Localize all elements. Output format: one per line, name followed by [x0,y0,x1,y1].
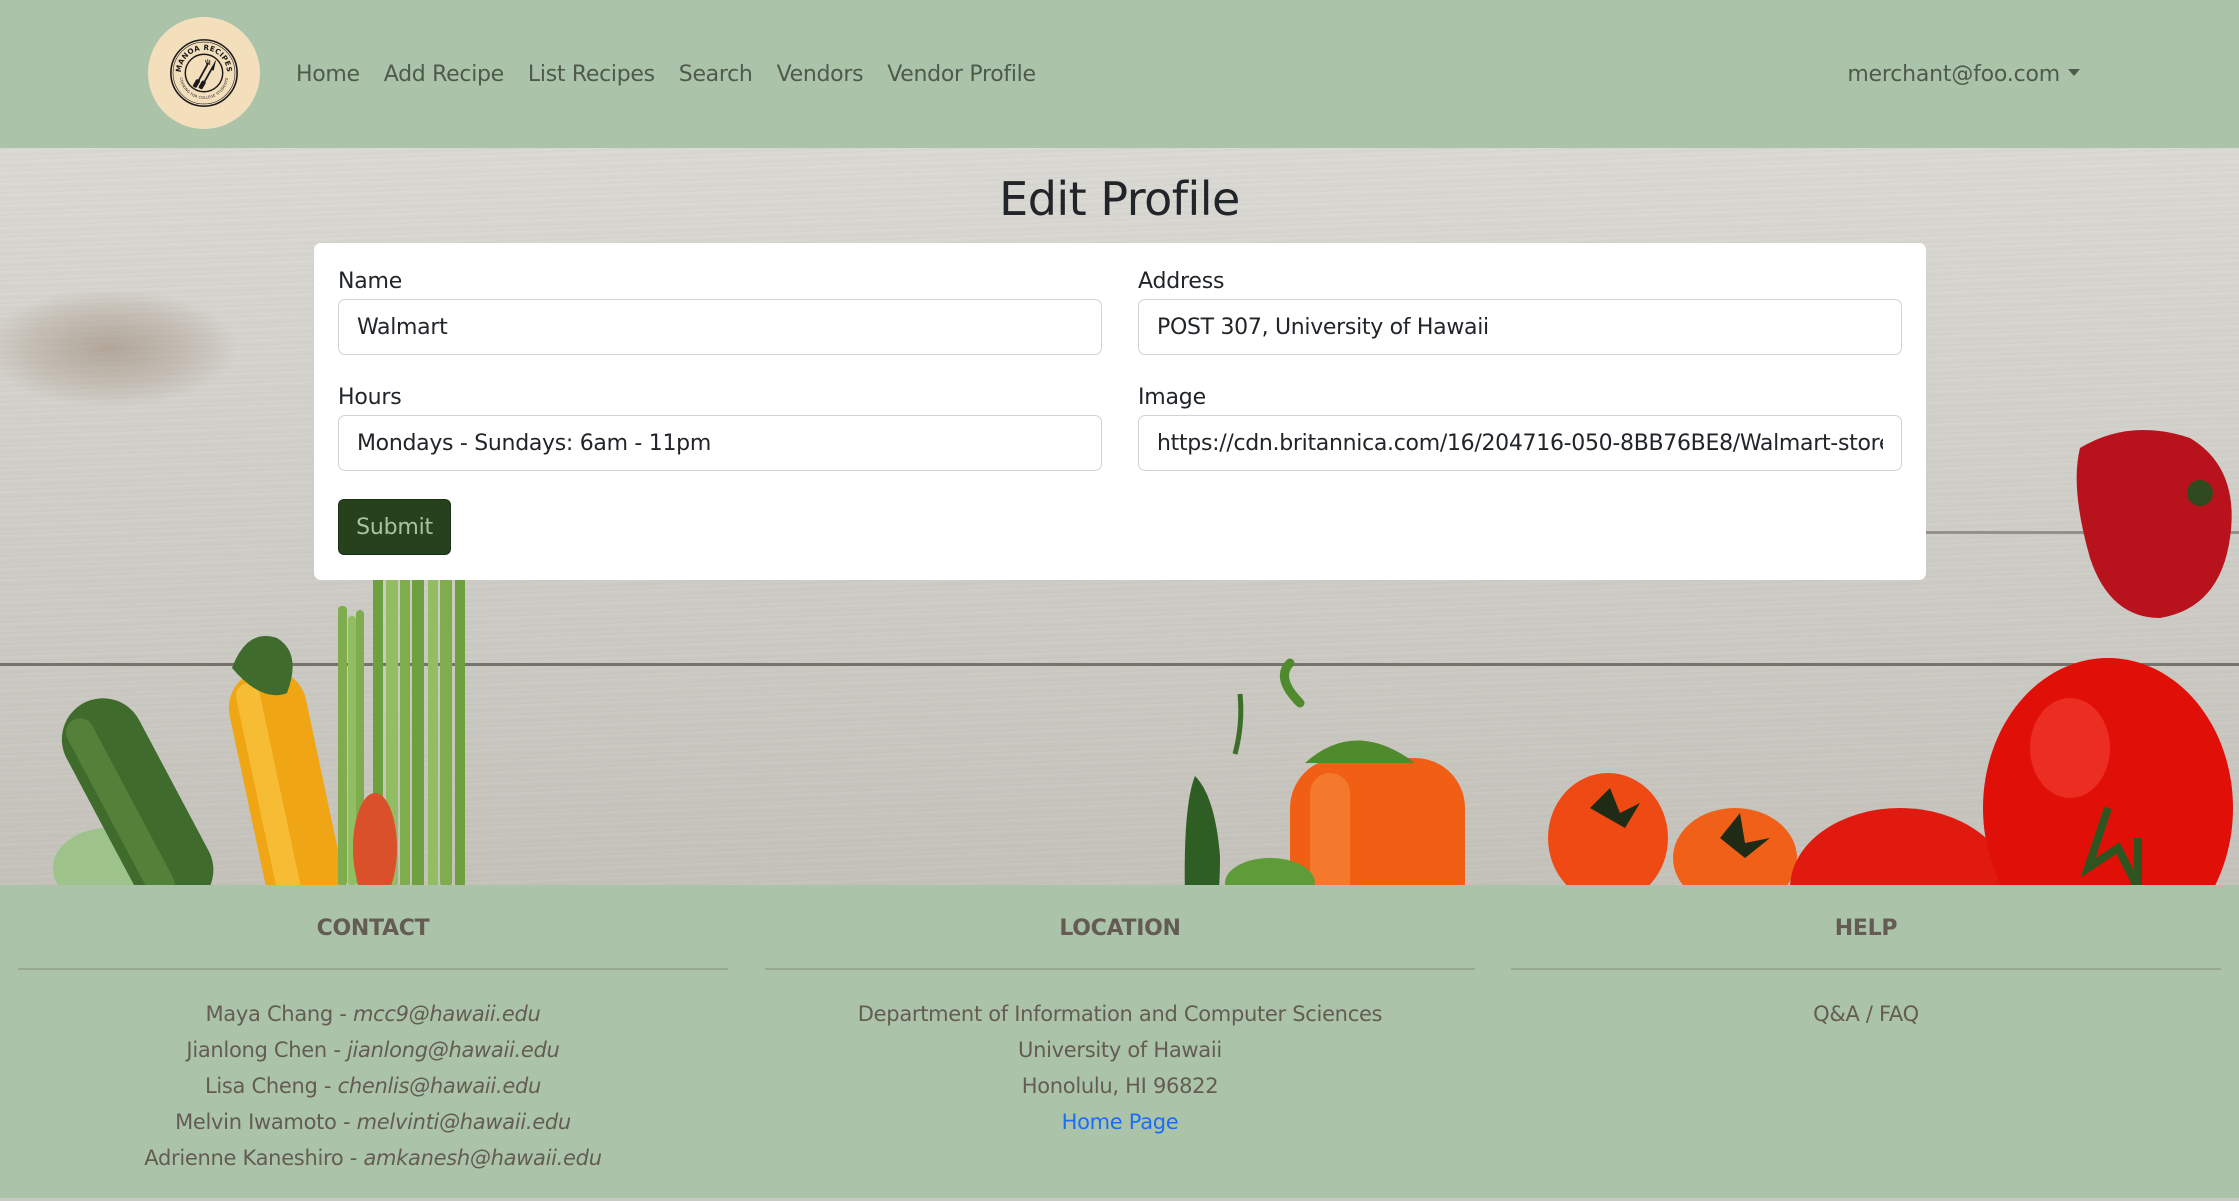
nav-link-search[interactable]: Search [679,62,753,87]
nav-link-list-recipes[interactable]: List Recipes [528,62,655,87]
footer-divider [765,968,1475,970]
image-url-input[interactable] [1138,415,1902,471]
footer: CONTACT Maya Chang - mcc9@hawaii.edu Jia… [0,885,2239,1198]
nav-link-add-recipe[interactable]: Add Recipe [384,62,504,87]
contact-email: melvinti@hawaii.edu [356,1110,572,1134]
contact-separator: - [317,1074,338,1098]
footer-divider [1511,968,2221,970]
help-list: Q&A / FAQ [1511,996,2221,1032]
hours-label: Hours [338,385,402,410]
red-habanero [2076,430,2232,618]
hours-field-group: Hours [338,383,1102,471]
contact-name: Lisa Cheng [204,1074,318,1098]
faq-link[interactable]: Q&A / FAQ [1813,1002,1919,1026]
address-field-group: Address [1138,267,1902,355]
address-label: Address [1138,269,1225,294]
tomato [1790,808,2010,885]
contact-email: mcc9@hawaii.edu [352,1002,541,1026]
contact-name: Jianlong Chen [186,1038,327,1062]
address-input[interactable] [1138,299,1902,355]
contact-separator: - [332,1002,353,1026]
fork-knife-icon [192,59,216,90]
name-input[interactable] [338,299,1102,355]
logo[interactable]: MANOA RECIPES COOKING FOR COLLEGE STUDEN… [148,17,260,129]
page-title: Edit Profile [999,172,1240,226]
location-university: University of Hawaii [1018,1038,1222,1062]
nav-links: Home Add Recipe List Recipes Search Vend… [296,56,1036,92]
name-field-group: Name [338,267,1102,355]
contact-item: Adrienne Kaneshiro - amkanesh@hawaii.edu [18,1140,728,1176]
contact-item: Lisa Cheng - chenlis@hawaii.edu [18,1068,728,1104]
home-page-link[interactable]: Home Page [1062,1110,1179,1134]
contact-separator: - [343,1146,364,1170]
contact-name: Adrienne Kaneshiro [144,1146,344,1170]
footer-divider [18,968,728,970]
footer-contact-heading: CONTACT [316,916,430,941]
location-department: Department of Information and Computer S… [857,1002,1383,1026]
contact-item: Maya Chang - mcc9@hawaii.edu [18,996,728,1032]
location-city: Honolulu, HI 96822 [1021,1074,1219,1098]
nav-link-vendors[interactable]: Vendors [777,62,864,87]
location-list: Department of Information and Computer S… [765,996,1475,1140]
green-chili [1184,776,1220,885]
contact-email: amkanesh@hawaii.edu [363,1146,602,1170]
footer-help-column: HELP Q&A / FAQ [1511,885,2221,1032]
contact-separator: - [326,1038,347,1062]
contact-name: Maya Chang [205,1002,333,1026]
yellow-zucchini [228,669,346,885]
navbar: MANOA RECIPES COOKING FOR COLLEGE STUDEN… [0,0,2239,148]
name-label: Name [338,269,403,294]
help-link-row: Q&A / FAQ [1511,996,2221,1032]
submit-button[interactable]: Submit [338,499,451,555]
contact-item: Jianlong Chen - jianlong@hawaii.edu [18,1032,728,1068]
user-dropdown[interactable]: merchant@foo.com [1847,56,2080,92]
contact-item: Melvin Iwamoto - melvinti@hawaii.edu [18,1104,728,1140]
manoa-recipes-logo-icon: MANOA RECIPES COOKING FOR COLLEGE STUDEN… [170,39,238,107]
edit-profile-form: Name Address Hours Image Submit [314,243,1926,580]
footer-location-column: LOCATION Department of Information and C… [765,885,1475,1140]
footer-location-heading: LOCATION [1059,916,1181,941]
nav-link-home[interactable]: Home [296,62,360,87]
contact-list: Maya Chang - mcc9@hawaii.edu Jianlong Ch… [18,996,728,1176]
contact-email: chenlis@hawaii.edu [337,1074,542,1098]
contact-email: jianlong@hawaii.edu [346,1038,560,1062]
nav-link-vendor-profile[interactable]: Vendor Profile [887,62,1036,87]
contact-separator: - [336,1110,357,1134]
location-link-row: Home Page [765,1104,1475,1140]
contact-name: Melvin Iwamoto [175,1110,337,1134]
image-field-group: Image [1138,383,1902,471]
cherry-tomato [1548,773,1668,885]
orange-pepper [1279,658,1465,885]
caret-down-icon [2068,68,2080,76]
footer-contact-column: CONTACT Maya Chang - mcc9@hawaii.edu Jia… [18,885,728,1176]
image-label: Image [1138,385,1206,410]
footer-help-heading: HELP [1834,916,1898,941]
hours-input[interactable] [338,415,1102,471]
user-email: merchant@foo.com [1847,61,2060,87]
